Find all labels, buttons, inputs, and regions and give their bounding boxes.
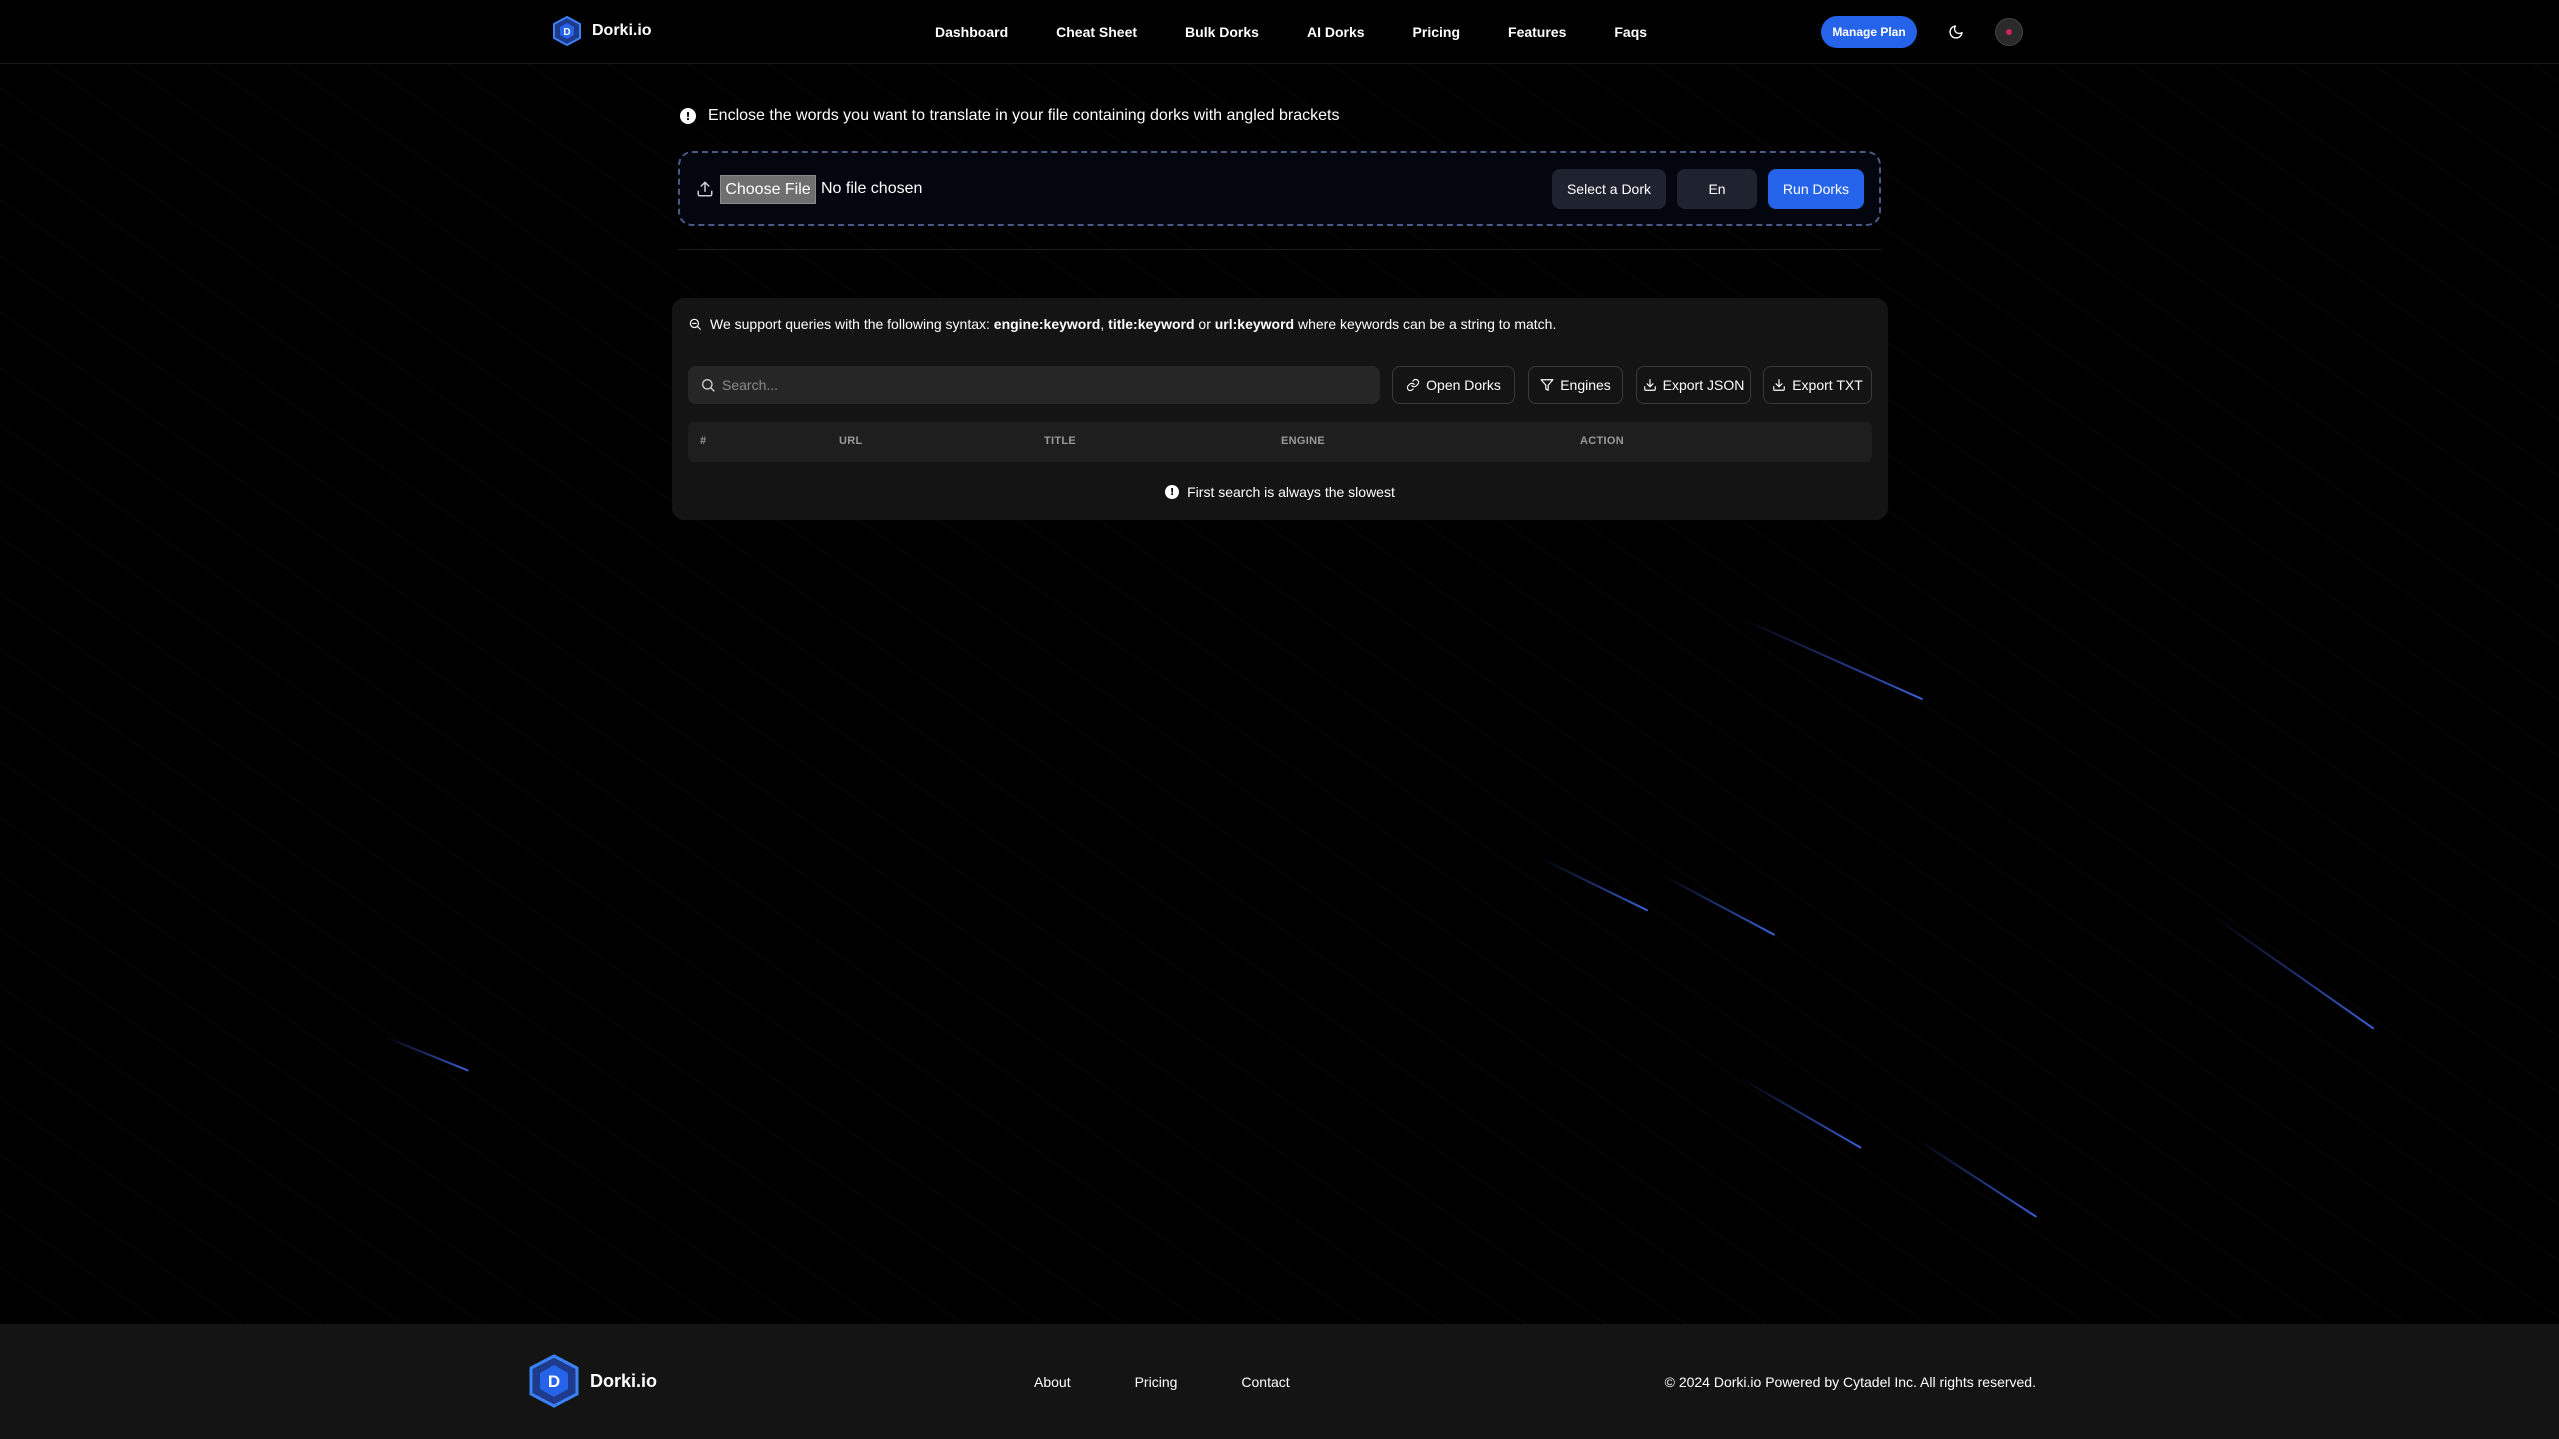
filter-icon: [1540, 379, 1554, 391]
nav-dashboard[interactable]: Dashboard: [935, 24, 1008, 40]
info-icon: !: [1165, 485, 1180, 499]
svg-text:D: D: [563, 27, 570, 38]
nav-ai-dorks[interactable]: AI Dorks: [1307, 24, 1365, 40]
footer-brand-link[interactable]: D Dorki.io: [528, 1354, 657, 1408]
syntax-prefix: We support queries with the following sy…: [710, 316, 990, 332]
engines-filter-button[interactable]: Engines: [1528, 366, 1623, 404]
user-avatar[interactable]: [1995, 18, 2023, 46]
file-status-text: No file chosen: [821, 180, 923, 197]
syntax-hint: We support queries with the following sy…: [688, 316, 1556, 332]
footer-link-about[interactable]: About: [1034, 1374, 1071, 1390]
theme-toggle-button[interactable]: [1944, 20, 1968, 44]
footer-links: About Pricing Contact: [1034, 1324, 1354, 1439]
nav-features[interactable]: Features: [1508, 24, 1566, 40]
brand-logo-link[interactable]: D Dorki.io: [552, 16, 652, 46]
manage-plan-button[interactable]: Manage Plan: [1821, 16, 1917, 48]
syntax-title: title:keyword: [1108, 316, 1195, 332]
syntax-or: or: [1198, 316, 1211, 332]
file-upload-dropzone[interactable]: Choose File No file chosen Select a Dork…: [678, 151, 1881, 226]
syntax-url: url:keyword: [1214, 316, 1295, 332]
results-table-header: # URL TITLE ENGINE ACTION: [688, 422, 1872, 462]
choose-file-button[interactable]: Choose File: [720, 175, 816, 204]
translation-notice: ! Enclose the words you want to translat…: [680, 107, 1339, 125]
background-streak: [1914, 1137, 2038, 1218]
nav-faqs[interactable]: Faqs: [1614, 24, 1647, 40]
search-input[interactable]: [722, 366, 1362, 404]
search-field: [688, 366, 1380, 404]
column-header-index: #: [700, 435, 707, 447]
background-streak: [384, 1036, 469, 1072]
empty-state-text: First search is always the slowest: [1187, 484, 1395, 500]
section-divider: [678, 249, 1881, 250]
language-select[interactable]: En: [1677, 169, 1757, 209]
dorki-logo-icon: D: [529, 1354, 579, 1408]
footer-link-pricing[interactable]: Pricing: [1135, 1374, 1178, 1390]
site-footer: D Dorki.io About Pricing Contact © 2024 …: [0, 1324, 2559, 1439]
background-streak: [1539, 857, 1649, 912]
nav-bulk-dorks[interactable]: Bulk Dorks: [1185, 24, 1259, 40]
brand-name: Dorki.io: [592, 22, 652, 39]
info-icon: !: [680, 108, 696, 124]
run-dorks-button[interactable]: Run Dorks: [1768, 169, 1864, 209]
background-streak: [1659, 873, 1776, 936]
syntax-engine: engine:keyword: [993, 316, 1101, 332]
main-nav: Dashboard Cheat Sheet Bulk Dorks AI Dork…: [935, 0, 1695, 64]
footer-brand-name: Dorki.io: [590, 1370, 658, 1391]
avatar-status-dot: [2006, 29, 2012, 35]
background-streak: [1739, 1077, 1862, 1149]
export-json-label: Export JSON: [1662, 377, 1745, 393]
column-header-title: TITLE: [1044, 435, 1077, 447]
top-navbar: D Dorki.io Dashboard Cheat Sheet Bulk Do…: [0, 0, 2559, 64]
export-json-button[interactable]: Export JSON: [1636, 366, 1751, 404]
copyright-text: © 2024 Dorki.io Powered by Cytadel Inc. …: [1664, 1373, 2036, 1390]
empty-state-message: ! First search is always the slowest: [672, 484, 1888, 500]
download-icon: [1773, 379, 1786, 391]
column-header-engine: ENGINE: [1281, 435, 1325, 447]
upload-icon: [697, 181, 713, 197]
moon-icon: [1949, 25, 1963, 39]
export-txt-button[interactable]: Export TXT: [1763, 366, 1872, 404]
engines-label: Engines: [1560, 377, 1611, 393]
download-icon: [1643, 379, 1656, 391]
background-streak: [1739, 617, 1924, 701]
nav-pricing[interactable]: Pricing: [1413, 24, 1460, 40]
svg-text:D: D: [548, 1372, 560, 1391]
background-pattern: [0, 64, 2559, 1324]
notice-text: Enclose the words you want to translate …: [708, 107, 1340, 124]
footer-link-contact[interactable]: Contact: [1241, 1374, 1289, 1390]
column-header-action: ACTION: [1580, 435, 1624, 447]
nav-cheat-sheet[interactable]: Cheat Sheet: [1056, 24, 1137, 40]
search-zoom-icon: [689, 318, 701, 330]
dorki-logo-icon: D: [553, 16, 581, 46]
results-panel: We support queries with the following sy…: [672, 298, 1888, 520]
open-dorks-button[interactable]: Open Dorks: [1392, 366, 1515, 404]
background-streak: [2209, 913, 2375, 1030]
link-icon: [1407, 378, 1420, 392]
syntax-sep: ,: [1100, 316, 1105, 332]
select-dork-button[interactable]: Select a Dork: [1552, 169, 1666, 209]
export-txt-label: Export TXT: [1792, 377, 1863, 393]
open-dorks-label: Open Dorks: [1426, 377, 1501, 393]
syntax-suffix: where keywords can be a string to match.: [1298, 316, 1557, 332]
column-header-url: URL: [839, 435, 863, 447]
search-icon: [702, 379, 715, 392]
